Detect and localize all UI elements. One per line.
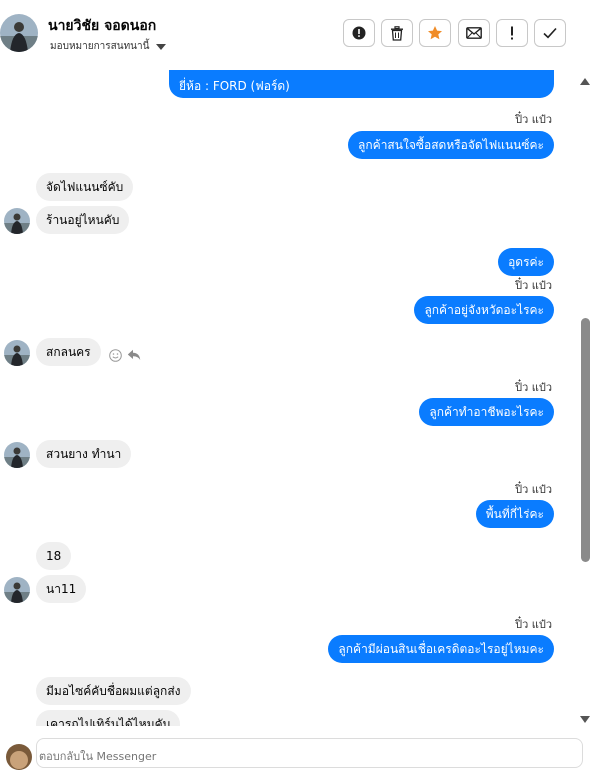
message-incoming[interactable]: นา11: [36, 575, 87, 603]
seen-by-label: ปิ๋ว แป๋ว: [515, 618, 552, 631]
mark-unread-button[interactable]: [458, 19, 490, 47]
message-outgoing[interactable]: ลูกค้าทำอาชีพอะไรคะ: [419, 398, 554, 426]
message-outgoing[interactable]: ลูกค้าสนใจซื้อสดหรือจัดไฟแนนซ์คะ: [348, 131, 554, 159]
scroll-down-arrow-icon[interactable]: [580, 716, 590, 723]
contact-avatar: [4, 340, 30, 366]
caret-down-icon: [156, 43, 167, 50]
reply-composer[interactable]: [36, 738, 583, 768]
delete-button[interactable]: [381, 19, 413, 47]
contact-avatar[interactable]: [0, 14, 38, 52]
message-incoming[interactable]: จัดไฟแนนซ์คับ: [36, 173, 134, 201]
message-incoming[interactable]: มีมอไซค์คับชื่อผมแต่ลูกส่ง: [36, 677, 191, 705]
envelope-icon: [466, 27, 482, 39]
scrollbar-thumb[interactable]: [581, 318, 590, 562]
assign-conversation-dropdown[interactable]: มอบหมายการสนทนานี้: [50, 39, 167, 54]
message-incoming[interactable]: สวนยาง ทำนา: [36, 440, 132, 468]
mark-done-button[interactable]: [534, 19, 566, 47]
contact-avatar: [4, 208, 30, 234]
checkmark-icon: [543, 27, 557, 39]
trash-icon: [391, 25, 403, 41]
conversation-header: นายวิชัย จอดนอก มอบหมายการสนทนานี้: [0, 0, 598, 72]
scroll-up-arrow-icon[interactable]: [580, 78, 590, 85]
mark-important-button[interactable]: [496, 19, 528, 47]
message-outgoing[interactable]: ลูกค้ามีผ่อนสินเชื่อเครดิตอะไรอยู่ไหมคะ: [328, 635, 554, 663]
message-incoming[interactable]: เคารถไปเทิร์นได้ไหมคับ: [36, 710, 181, 726]
page-avatar: [6, 744, 32, 770]
exclamation-icon: [511, 26, 513, 40]
message-incoming[interactable]: สกลนคร: [36, 338, 101, 366]
seen-by-label: ปิ๋ว แป๋ว: [515, 279, 552, 292]
message-outgoing[interactable]: พื้นที่กี่ไร่คะ: [475, 500, 554, 528]
contact-name[interactable]: นายวิชัย จอดนอก: [48, 15, 156, 37]
star-button[interactable]: [419, 19, 451, 47]
message-text: ยี่ห้อ : FORD (ฟอร์ด): [179, 79, 290, 93]
reply-icon[interactable]: [127, 349, 141, 361]
assign-label: มอบหมายการสนทนานี้: [50, 41, 150, 52]
message-incoming[interactable]: ร้านอยู่ไหนคับ: [36, 206, 130, 234]
message-incoming[interactable]: 18: [36, 542, 72, 570]
message-outgoing[interactable]: ลูกค้าอยู่จังหวัดอะไรคะ: [414, 296, 554, 324]
seen-by-label: ปิ๋ว แป๋ว: [515, 381, 552, 394]
contact-avatar: [4, 442, 30, 468]
message-outgoing[interactable]: อุดรค่ะ: [498, 248, 554, 276]
react-emoji-icon[interactable]: [109, 349, 122, 362]
star-icon: [428, 26, 442, 40]
seen-by-label: ปิ๋ว แป๋ว: [515, 483, 552, 496]
seen-by-label: ปิ๋ว แป๋ว: [515, 113, 552, 126]
reply-input[interactable]: [37, 747, 561, 765]
message-outgoing[interactable]: ยี่ห้อ : FORD (ฟอร์ด): [169, 70, 554, 98]
alert-circle-icon: [352, 26, 366, 40]
contact-avatar: [4, 577, 30, 603]
report-button[interactable]: [343, 19, 375, 47]
